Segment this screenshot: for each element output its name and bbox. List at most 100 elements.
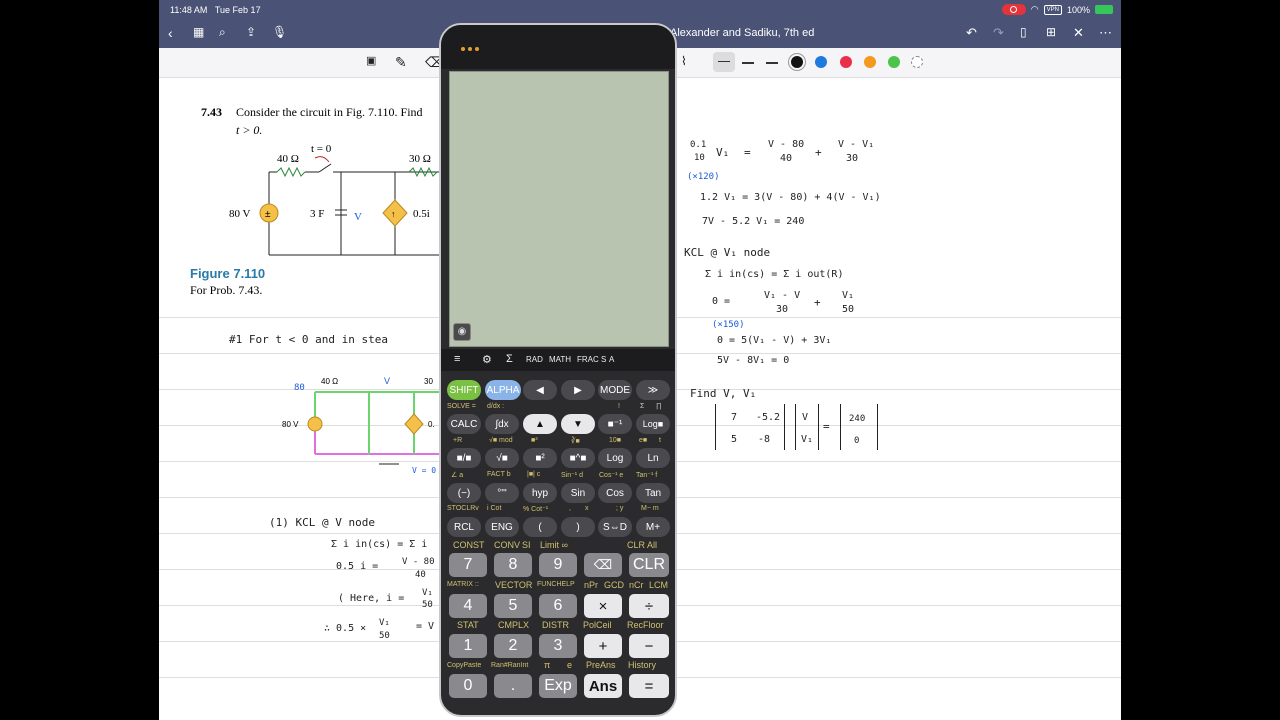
color-picker-button[interactable] [911, 56, 923, 68]
sigma-icon[interactable]: Σ [506, 353, 513, 365]
fraction-key[interactable]: ■/■ [447, 448, 481, 468]
ln-key[interactable]: Ln [636, 448, 670, 468]
sub-stoclr: STOCLRv [447, 505, 479, 512]
alpha-key[interactable]: ALPHA [485, 380, 521, 400]
add-page-icon[interactable]: ⊞ [1046, 25, 1056, 39]
key-8[interactable]: 8 [494, 553, 532, 577]
ans-key[interactable]: Ans [584, 674, 622, 698]
left-paren-key[interactable]: ( [523, 517, 557, 537]
equals-key[interactable]: = [629, 674, 669, 698]
more-key[interactable]: ≫ [636, 380, 670, 400]
sketch-40: 40 Ω [321, 377, 338, 386]
key-3[interactable]: 3 [539, 634, 577, 658]
lasso-tool-icon[interactable]: ⌇ [681, 54, 687, 68]
key-4[interactable]: 4 [449, 594, 487, 618]
share-icon[interactable]: ⇪ [246, 25, 256, 39]
eng-key[interactable]: ENG [485, 517, 519, 537]
vector-b2: 0 [854, 436, 860, 446]
sub-e: e [567, 660, 573, 670]
microphone-icon[interactable]: 🎙 [272, 25, 287, 39]
clear-key[interactable]: CLR [629, 553, 669, 577]
inverse-key[interactable]: ■⁻¹ [598, 414, 632, 434]
note-here: ( Here, i = [338, 593, 405, 604]
sub-conv: CONV [494, 540, 521, 550]
undo-icon[interactable]: ↶ [966, 25, 977, 41]
integral-key[interactable]: ∫dx [485, 414, 519, 434]
negate-key[interactable]: (−) [447, 483, 481, 503]
key-6[interactable]: 6 [539, 594, 577, 618]
pen-tool-icon[interactable]: ✎ [395, 54, 407, 71]
log-key[interactable]: Log [598, 448, 632, 468]
exp-key[interactable]: Exp [539, 674, 577, 698]
hyp-key[interactable]: hyp [523, 483, 557, 503]
stroke-thin-button[interactable] [713, 52, 735, 72]
image-tool-icon[interactable]: ▣ [366, 54, 376, 67]
sub-copypaste: CopyPaste [447, 662, 482, 669]
sub-t: t [659, 437, 661, 444]
note-eq2-rhs: = V [416, 621, 435, 632]
sub-const: CONST [453, 540, 485, 550]
delete-key[interactable]: ⌫ [584, 553, 622, 577]
document-title[interactable]: Alexander and Sadiku, 7th ed [670, 27, 814, 39]
m-plus-key[interactable]: M+ [636, 517, 670, 537]
camera-icon[interactable]: ◉ [453, 323, 471, 341]
mode-key[interactable]: MODE [598, 380, 632, 400]
settings-gear-icon[interactable]: ⚙ [482, 353, 492, 366]
subtract-key[interactable]: − [629, 634, 669, 658]
calc-key[interactable]: CALC [447, 414, 481, 434]
up-arrow-key[interactable]: ▲ [523, 414, 557, 434]
stroke-medium-button[interactable] [742, 62, 754, 64]
log-base-key[interactable]: Log■ [636, 414, 670, 434]
note-r1-eq: = [744, 146, 751, 159]
bookmark-icon[interactable]: ▯ [1020, 25, 1027, 39]
key-0[interactable]: 0 [449, 674, 487, 698]
circuit-figure: ± ↑ 40 Ω t = 0 30 Ω 80 V 3 F V 0.5i [229, 143, 439, 256]
power-key[interactable]: ■^■ [561, 448, 595, 468]
sub-acos: Cos⁻¹ e [599, 472, 624, 479]
more-icon[interactable]: ⋯ [1099, 25, 1112, 41]
multiply-key[interactable]: × [584, 594, 622, 618]
degree-key[interactable]: °'" [485, 483, 519, 503]
right-arrow-key[interactable]: ▶ [561, 380, 595, 400]
tan-key[interactable]: Tan [636, 483, 670, 503]
stroke-thick-button[interactable] [766, 62, 778, 64]
square-key[interactable]: ■² [523, 448, 557, 468]
note-here-num: V₁ [422, 588, 433, 598]
divide-key[interactable]: ÷ [629, 594, 669, 618]
s-to-d-key[interactable]: S⇔D [598, 517, 632, 537]
key-9[interactable]: 9 [539, 553, 577, 577]
note-r1-den: 10 [694, 153, 705, 163]
add-key[interactable]: + [584, 634, 622, 658]
calculator-display[interactable] [449, 71, 669, 347]
color-orange-button[interactable] [864, 56, 876, 68]
key-2[interactable]: 2 [494, 634, 532, 658]
key-5[interactable]: 5 [494, 594, 532, 618]
color-green-button[interactable] [888, 56, 900, 68]
key-1[interactable]: 1 [449, 634, 487, 658]
calculator-app[interactable]: ◉ ≡ ⚙ Σ RAD MATH FRAC S A SHIFT ALPHA ◀ … [439, 23, 677, 717]
close-icon[interactable]: ✕ [1073, 25, 1084, 41]
menu-icon[interactable]: ≡ [454, 353, 460, 365]
sub-ran: Ran#RanInt [491, 662, 529, 669]
right-paren-key[interactable]: ) [561, 517, 595, 537]
decimal-key[interactable]: . [494, 674, 532, 698]
cos-key[interactable]: Cos [598, 483, 632, 503]
sub-preans: PreAns [586, 660, 616, 670]
left-arrow-key[interactable]: ◀ [523, 380, 557, 400]
redo-icon[interactable]: ↷ [993, 25, 1004, 41]
search-icon[interactable]: ⌕ [219, 25, 226, 40]
sub-fact: FACT b [487, 471, 511, 478]
sqrt-key[interactable]: √■ [485, 448, 519, 468]
key-7[interactable]: 7 [449, 553, 487, 577]
sin-key[interactable]: Sin [561, 483, 595, 503]
shift-key[interactable]: SHIFT [447, 380, 481, 400]
color-red-button[interactable] [840, 56, 852, 68]
color-black-button[interactable] [791, 56, 803, 68]
sub-x: x [585, 505, 589, 512]
color-blue-button[interactable] [815, 56, 827, 68]
back-chevron-icon[interactable]: ‹ [168, 25, 173, 41]
window-dots-icon[interactable] [461, 47, 479, 51]
grid-icon[interactable]: ▦ [193, 25, 204, 39]
rcl-key[interactable]: RCL [447, 517, 481, 537]
down-arrow-key[interactable]: ▼ [561, 414, 595, 434]
